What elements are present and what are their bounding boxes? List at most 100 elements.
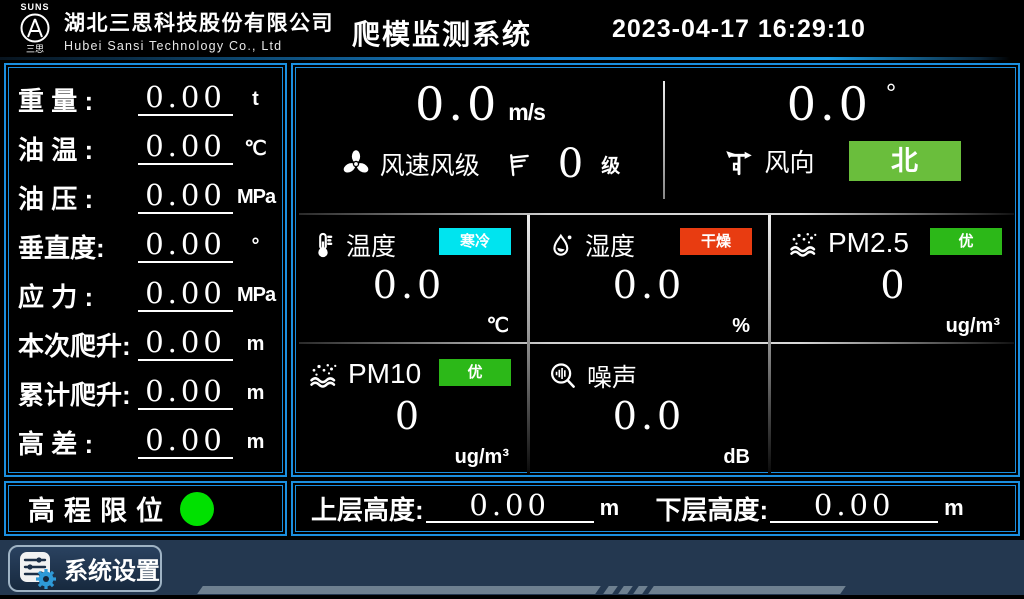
wind-direction-badge: 北 [849,141,961,181]
pm25-label: PM2.5 [828,227,909,259]
pm25-status-badge: 优 [930,228,1002,255]
wind-direction-label: 风向 [764,143,814,179]
wind-level-unit: 级 [601,151,620,178]
pm10-status-badge: 优 [439,359,511,386]
verticality-value: 0.00 [138,228,233,263]
noise-value: 0.0 [532,394,766,438]
logo-top-text: SUNS [20,3,49,12]
stress-row: 应 力 : 0.00 MPa [18,271,273,320]
upper-height-group: 上层高度: 0.00 m [311,490,656,528]
company-logo: SUNS 三思 [10,0,60,57]
wind-direction-unit: ° [886,78,896,108]
total-climb-unit: m [237,382,273,405]
verticality-unit: ° [237,235,273,258]
taskbar-stripe [648,586,846,594]
wind-level-value: 0 [558,141,583,187]
noise-cell: 噪声 0.0 dB [532,346,766,471]
settings-button-label: 系统设置 [64,551,160,586]
wind-level-icon [504,150,532,178]
total-climb-row: 累计爬升: 0.00 m [18,369,273,418]
noise-label: 噪声 [587,358,637,394]
total-climb-label: 累计爬升: [18,375,136,412]
stress-label: 应 力 : [18,277,136,314]
temperature-label: 温度 [346,227,396,263]
header: SUNS 三思 湖北三思科技股份有限公司 Hubei Sansi Technol… [0,0,1024,57]
empty-cell [773,346,1016,471]
current-climb-label: 本次爬升: [18,326,136,363]
settings-icon [18,550,56,588]
elevation-limit-label: 高程限位 [28,489,172,528]
height-diff-unit: m [237,431,273,454]
current-climb-unit: m [237,333,273,356]
pm25-value: 0 [773,263,1016,307]
environment-panel: 0.0m/s 风速风级 [291,63,1020,477]
page-title: 爬模监测系统 [352,13,532,53]
taskbar: 系统设置 [0,540,1024,595]
company-name: 湖北三思科技股份有限公司 Hubei Sansi Technology Co.,… [64,7,334,53]
oil-pressure-row: 油 压 : 0.00 MPa [18,173,273,222]
grid-vertical-divider-2 [768,215,771,473]
wind-direction-section: 0.0 ° 风向 北 [669,69,1014,211]
weight-value: 0.00 [138,81,233,116]
humidity-value: 0.0 [532,263,766,307]
pm25-unit: ug/m³ [946,315,1000,338]
oil-pressure-label: 油 压 : [18,179,136,216]
layer-heights-panel: 上层高度: 0.00 m 下层高度: 0.00 m [291,481,1020,536]
screen-bottom-edge [0,595,1024,599]
verticality-row: 垂直度: 0.00 ° [18,222,273,271]
lower-height-label: 下层高度: [656,490,769,527]
pm-icon [309,359,339,389]
total-climb-value: 0.00 [138,375,233,410]
wind-section-divider [663,81,665,199]
temperature-value: 0.0 [293,263,525,307]
thermometer-icon [309,231,337,259]
wind-vane-icon [722,144,756,178]
weight-row: 重 量 : 0.00 t [18,75,273,124]
measurement-sidebar: 重 量 : 0.00 t 油 温 : 0.00 ℃ 油 压 : 0.00 MPa… [4,63,287,477]
current-climb-row: 本次爬升: 0.00 m [18,320,273,369]
system-settings-button[interactable]: 系统设置 [8,545,162,592]
temperature-status-badge: 寒冷 [439,228,511,255]
monitoring-screen: SUNS 三思 湖北三思科技股份有限公司 Hubei Sansi Technol… [0,0,1024,599]
pm-icon [789,228,819,258]
fan-icon [340,148,372,180]
upper-height-value: 0.00 [426,490,594,524]
humidity-label: 湿度 [585,227,635,263]
humidity-cell: 湿度 干燥 0.0 % [532,215,766,340]
oil-temp-label: 油 温 : [18,130,136,167]
height-diff-row: 高 差 : 0.00 m [18,418,273,467]
elevation-limit-panel: 高程限位 [4,481,287,536]
grid-vertical-divider-1 [527,215,530,473]
pm10-unit: ug/m³ [455,446,509,469]
wind-direction-value: 0.0 [787,77,872,131]
temperature-cell: 温度 寒冷 0.0 ℃ [293,215,525,340]
height-diff-value: 0.00 [138,424,233,459]
noise-unit: dB [723,446,750,469]
company-name-cn: 湖北三思科技股份有限公司 [64,7,334,37]
noise-icon [548,361,578,391]
weight-unit: t [237,88,273,111]
wind-speed-value: 0.0 [415,77,500,131]
company-name-en: Hubei Sansi Technology Co., Ltd [64,39,334,53]
oil-temp-value: 0.00 [138,130,233,165]
stress-value: 0.00 [138,277,233,312]
stress-unit: MPa [237,284,273,307]
grid-horizontal-divider-2 [299,342,1014,344]
wind-speed-section: 0.0m/s 风速风级 [297,69,663,211]
verticality-label: 垂直度: [18,228,136,265]
suns-logo-icon [19,12,51,44]
oil-temp-unit: ℃ [237,136,273,161]
oil-temp-row: 油 温 : 0.00 ℃ [18,124,273,173]
humidity-unit: % [732,315,750,338]
logo-bottom-text: 三思 [26,45,44,54]
lower-height-value: 0.00 [770,490,938,524]
taskbar-stripe [197,586,601,594]
pm25-cell: PM2.5 优 0 ug/m³ [773,215,1016,340]
taskbar-stripe-slash [633,586,648,594]
upper-height-unit: m [600,495,620,521]
taskbar-stripe-slash [618,586,633,594]
pm10-label: PM10 [348,358,421,390]
pm10-cell: PM10 优 0 ug/m³ [293,346,525,471]
lower-height-group: 下层高度: 0.00 m [656,490,1001,528]
lower-height-unit: m [944,495,964,521]
